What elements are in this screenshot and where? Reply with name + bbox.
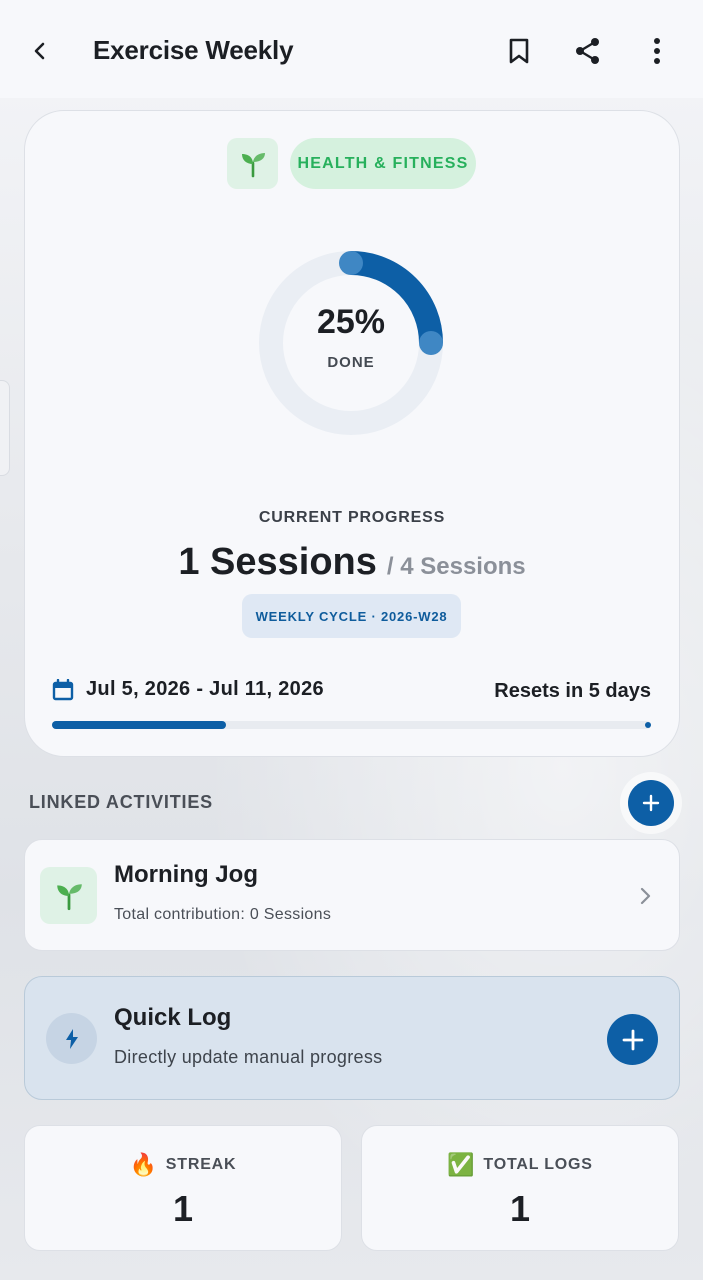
seedling-icon xyxy=(241,152,265,177)
bookmark-icon xyxy=(509,38,529,64)
more-options-button[interactable] xyxy=(639,33,675,69)
back-button[interactable] xyxy=(22,33,58,69)
period-end-marker xyxy=(645,722,651,728)
streak-label-row: 🔥 STREAK xyxy=(24,1152,342,1178)
progress-ring-start-cap xyxy=(339,251,363,275)
total-logs-label-row: ✅ TOTAL LOGS xyxy=(361,1152,679,1178)
date-range: Jul 5, 2026 - Jul 11, 2026 xyxy=(52,678,324,701)
quick-log-icon-circle xyxy=(46,1013,97,1064)
plus-icon xyxy=(642,794,660,812)
cycle-badge: WEEKLY CYCLE · 2026-W28 xyxy=(242,594,461,638)
total-logs-label: TOTAL LOGS xyxy=(483,1156,593,1173)
top-app-bar: Exercise Weekly xyxy=(0,0,703,98)
add-linked-activity-button[interactable] xyxy=(628,780,674,826)
chevron-left-icon xyxy=(34,42,45,60)
quick-log-subtitle: Directly update manual progress xyxy=(114,1047,383,1067)
date-range-text: Jul 5, 2026 - Jul 11, 2026 xyxy=(86,678,324,700)
linked-activity-card[interactable] xyxy=(24,839,680,951)
quick-log-card xyxy=(24,976,680,1100)
chevron-right-icon xyxy=(640,887,651,905)
seedling-icon xyxy=(56,883,82,910)
streak-value: 1 xyxy=(172,1188,194,1229)
page-title: Exercise Weekly xyxy=(93,35,294,65)
check-icon: ✅ xyxy=(447,1152,476,1177)
quick-log-add-button[interactable] xyxy=(607,1014,658,1065)
period-progress-fill xyxy=(52,721,226,729)
bolt-icon xyxy=(65,1028,78,1049)
progress-done-label: DONE xyxy=(327,354,375,371)
sessions-done: 1 Sessions xyxy=(178,541,377,583)
streak-label: STREAK xyxy=(165,1156,237,1173)
category-badge: HEALTH & FITNESS xyxy=(290,138,476,189)
linked-activities-title: LINKED ACTIVITIES xyxy=(29,792,213,812)
total-logs-value: 1 xyxy=(509,1188,531,1229)
sessions-summary: 1 Sessions / 4 Sessions xyxy=(24,541,680,584)
activity-icon-tile xyxy=(40,867,97,924)
bookmark-button[interactable] xyxy=(501,33,537,69)
current-progress-label: CURRENT PROGRESS xyxy=(258,509,446,526)
period-progress-bar xyxy=(52,721,651,729)
progress-ring xyxy=(259,251,443,435)
calendar-icon xyxy=(52,678,74,700)
share-button[interactable] xyxy=(570,33,606,69)
fire-icon: 🔥 xyxy=(129,1152,158,1177)
more-vertical-icon xyxy=(654,38,660,64)
activity-name: Morning Jog xyxy=(114,861,258,888)
edge-drawer-handle[interactable] xyxy=(0,380,10,476)
share-icon xyxy=(576,38,599,64)
resets-countdown: Resets in 5 days xyxy=(494,680,651,702)
quick-log-title: Quick Log xyxy=(114,1004,232,1031)
activity-contribution: Total contribution: 0 Sessions xyxy=(114,906,332,923)
progress-percent: 25% xyxy=(316,303,386,341)
category-icon-tile xyxy=(227,138,278,189)
sessions-total: / 4 Sessions xyxy=(386,553,526,580)
plus-icon xyxy=(622,1029,643,1050)
